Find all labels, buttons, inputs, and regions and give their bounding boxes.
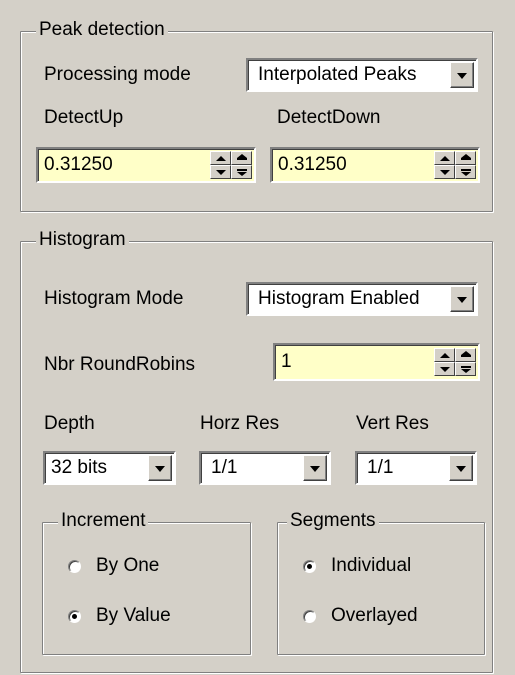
decrement-icon[interactable]	[434, 165, 455, 179]
overlayed-radio[interactable]	[303, 610, 316, 623]
segments-group	[277, 522, 485, 655]
depth-value: 32 bits	[51, 457, 107, 478]
roundrobins-spin[interactable]: 1	[273, 343, 480, 381]
detect-up-label: DetectUp	[44, 107, 124, 128]
chevron-down-icon[interactable]	[303, 455, 327, 481]
increment-group	[42, 522, 251, 655]
detect-up-step-buttons	[210, 151, 231, 179]
detect-down-spin[interactable]: 0.31250	[270, 147, 480, 183]
chevron-down-icon[interactable]	[450, 62, 474, 88]
roundrobins-label: Nbr RoundRobins	[44, 354, 196, 375]
increment-title: Increment	[58, 510, 149, 532]
individual-label[interactable]: Individual	[331, 554, 411, 578]
increment-icon[interactable]	[434, 151, 455, 165]
chevron-down-icon[interactable]	[449, 455, 473, 481]
peak-detection-title: Peak detection	[36, 19, 168, 41]
processing-mode-value: Interpolated Peaks	[258, 64, 417, 85]
by-one-label[interactable]: By One	[96, 554, 159, 578]
vert-res-label: Vert Res	[356, 413, 429, 434]
fast-decrement-icon[interactable]	[455, 362, 476, 376]
chevron-down-icon[interactable]	[450, 286, 474, 312]
fast-decrement-icon[interactable]	[231, 165, 252, 179]
histogram-mode-label: Histogram Mode	[44, 288, 184, 309]
histogram-title: Histogram	[36, 229, 129, 251]
vert-res-value: 1/1	[367, 457, 394, 478]
horz-res-select[interactable]: 1/1	[199, 451, 331, 485]
roundrobins-value[interactable]: 1	[281, 345, 292, 379]
chevron-down-icon[interactable]	[148, 455, 172, 481]
detect-up-spin[interactable]: 0.31250	[36, 147, 256, 183]
detect-up-fast-buttons	[231, 151, 252, 179]
decrement-icon[interactable]	[210, 165, 231, 179]
roundrobins-fast-buttons	[455, 348, 476, 376]
increment-icon[interactable]	[434, 348, 455, 362]
horz-res-value: 1/1	[211, 457, 238, 478]
fast-increment-icon[interactable]	[455, 151, 476, 165]
histogram-mode-select[interactable]: Histogram Enabled	[246, 282, 478, 316]
detect-down-label: DetectDown	[277, 107, 381, 128]
segments-title: Segments	[287, 510, 379, 532]
fast-decrement-icon[interactable]	[455, 165, 476, 179]
detect-down-step-buttons	[434, 151, 455, 179]
vert-res-select[interactable]: 1/1	[355, 451, 477, 485]
detect-up-spin-buttons	[210, 151, 252, 179]
detect-down-fast-buttons	[455, 151, 476, 179]
decrement-icon[interactable]	[434, 362, 455, 376]
processing-mode-select[interactable]: Interpolated Peaks	[246, 58, 478, 92]
increment-icon[interactable]	[210, 151, 231, 165]
individual-radio[interactable]	[303, 560, 316, 573]
by-value-label[interactable]: By Value	[96, 604, 171, 628]
detect-up-value[interactable]: 0.31250	[44, 149, 113, 181]
detect-down-value[interactable]: 0.31250	[278, 149, 347, 181]
by-one-radio[interactable]	[68, 560, 81, 573]
roundrobins-step-buttons	[434, 348, 455, 376]
processing-mode-label: Processing mode	[44, 64, 191, 85]
overlayed-label[interactable]: Overlayed	[331, 604, 418, 628]
depth-label: Depth	[44, 413, 95, 434]
detect-down-spin-buttons	[434, 151, 476, 179]
depth-select[interactable]: 32 bits	[43, 451, 176, 485]
fast-increment-icon[interactable]	[455, 348, 476, 362]
fast-increment-icon[interactable]	[231, 151, 252, 165]
roundrobins-spin-buttons	[434, 348, 476, 376]
horz-res-label: Horz Res	[200, 413, 280, 434]
by-value-radio[interactable]	[68, 610, 81, 623]
histogram-mode-value: Histogram Enabled	[258, 288, 420, 309]
